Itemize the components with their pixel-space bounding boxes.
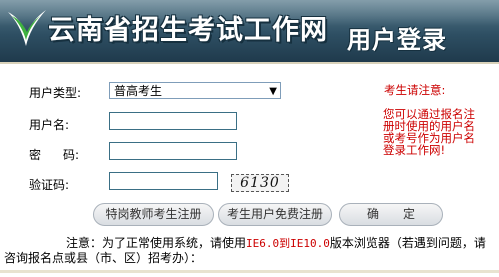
- free-register-button[interactable]: 考生用户免费注册: [218, 203, 332, 226]
- swoosh-logo-icon: [8, 10, 46, 46]
- user-type-select[interactable]: 普高考生 ▼: [109, 82, 281, 99]
- teacher-register-button[interactable]: 特岗教师考生注册: [93, 203, 214, 226]
- dropdown-arrow-icon[interactable]: ▼: [269, 83, 277, 100]
- captcha-image[interactable]: 6130: [231, 174, 289, 192]
- browser-range-text: IE6.0到IE10.0: [246, 237, 330, 250]
- notice-body: 您可以通过报名注册时使用的用户名或考号作为用户名登录工作网!: [383, 107, 475, 157]
- user-type-label: 用户类型:: [29, 86, 82, 100]
- footer-notice: 注意：为了正常使用系统，请使用IE6.0到IE10.0版本浏览器（若遇到问题，请…: [4, 236, 496, 266]
- username-input[interactable]: [109, 112, 237, 130]
- login-panel: 用户类型: 普高考生 ▼ 用户名: 密 码: 验证码: 6130 特岗教师考生注…: [0, 62, 499, 277]
- captcha-label: 验证码:: [29, 178, 70, 192]
- password-label-first: 密: [29, 148, 42, 162]
- notice-heading: 考生请注意:: [384, 83, 446, 97]
- user-type-selected-value: 普高考生: [114, 84, 163, 98]
- bottom-divider: [0, 270, 499, 273]
- site-title: 云南省招生考试工作网: [48, 15, 328, 46]
- confirm-button[interactable]: 确 定: [339, 203, 443, 226]
- password-input[interactable]: [109, 142, 237, 160]
- footer-notice-prefix: 注意：为了正常使用系统，请使用: [66, 236, 247, 250]
- username-label: 用户名:: [29, 118, 70, 132]
- login-title: 用户登录: [347, 26, 447, 54]
- header-banner: 云南省招生考试工作网 用户登录: [0, 0, 499, 62]
- captcha-input[interactable]: [109, 172, 218, 190]
- password-label-second: 码:: [63, 148, 80, 162]
